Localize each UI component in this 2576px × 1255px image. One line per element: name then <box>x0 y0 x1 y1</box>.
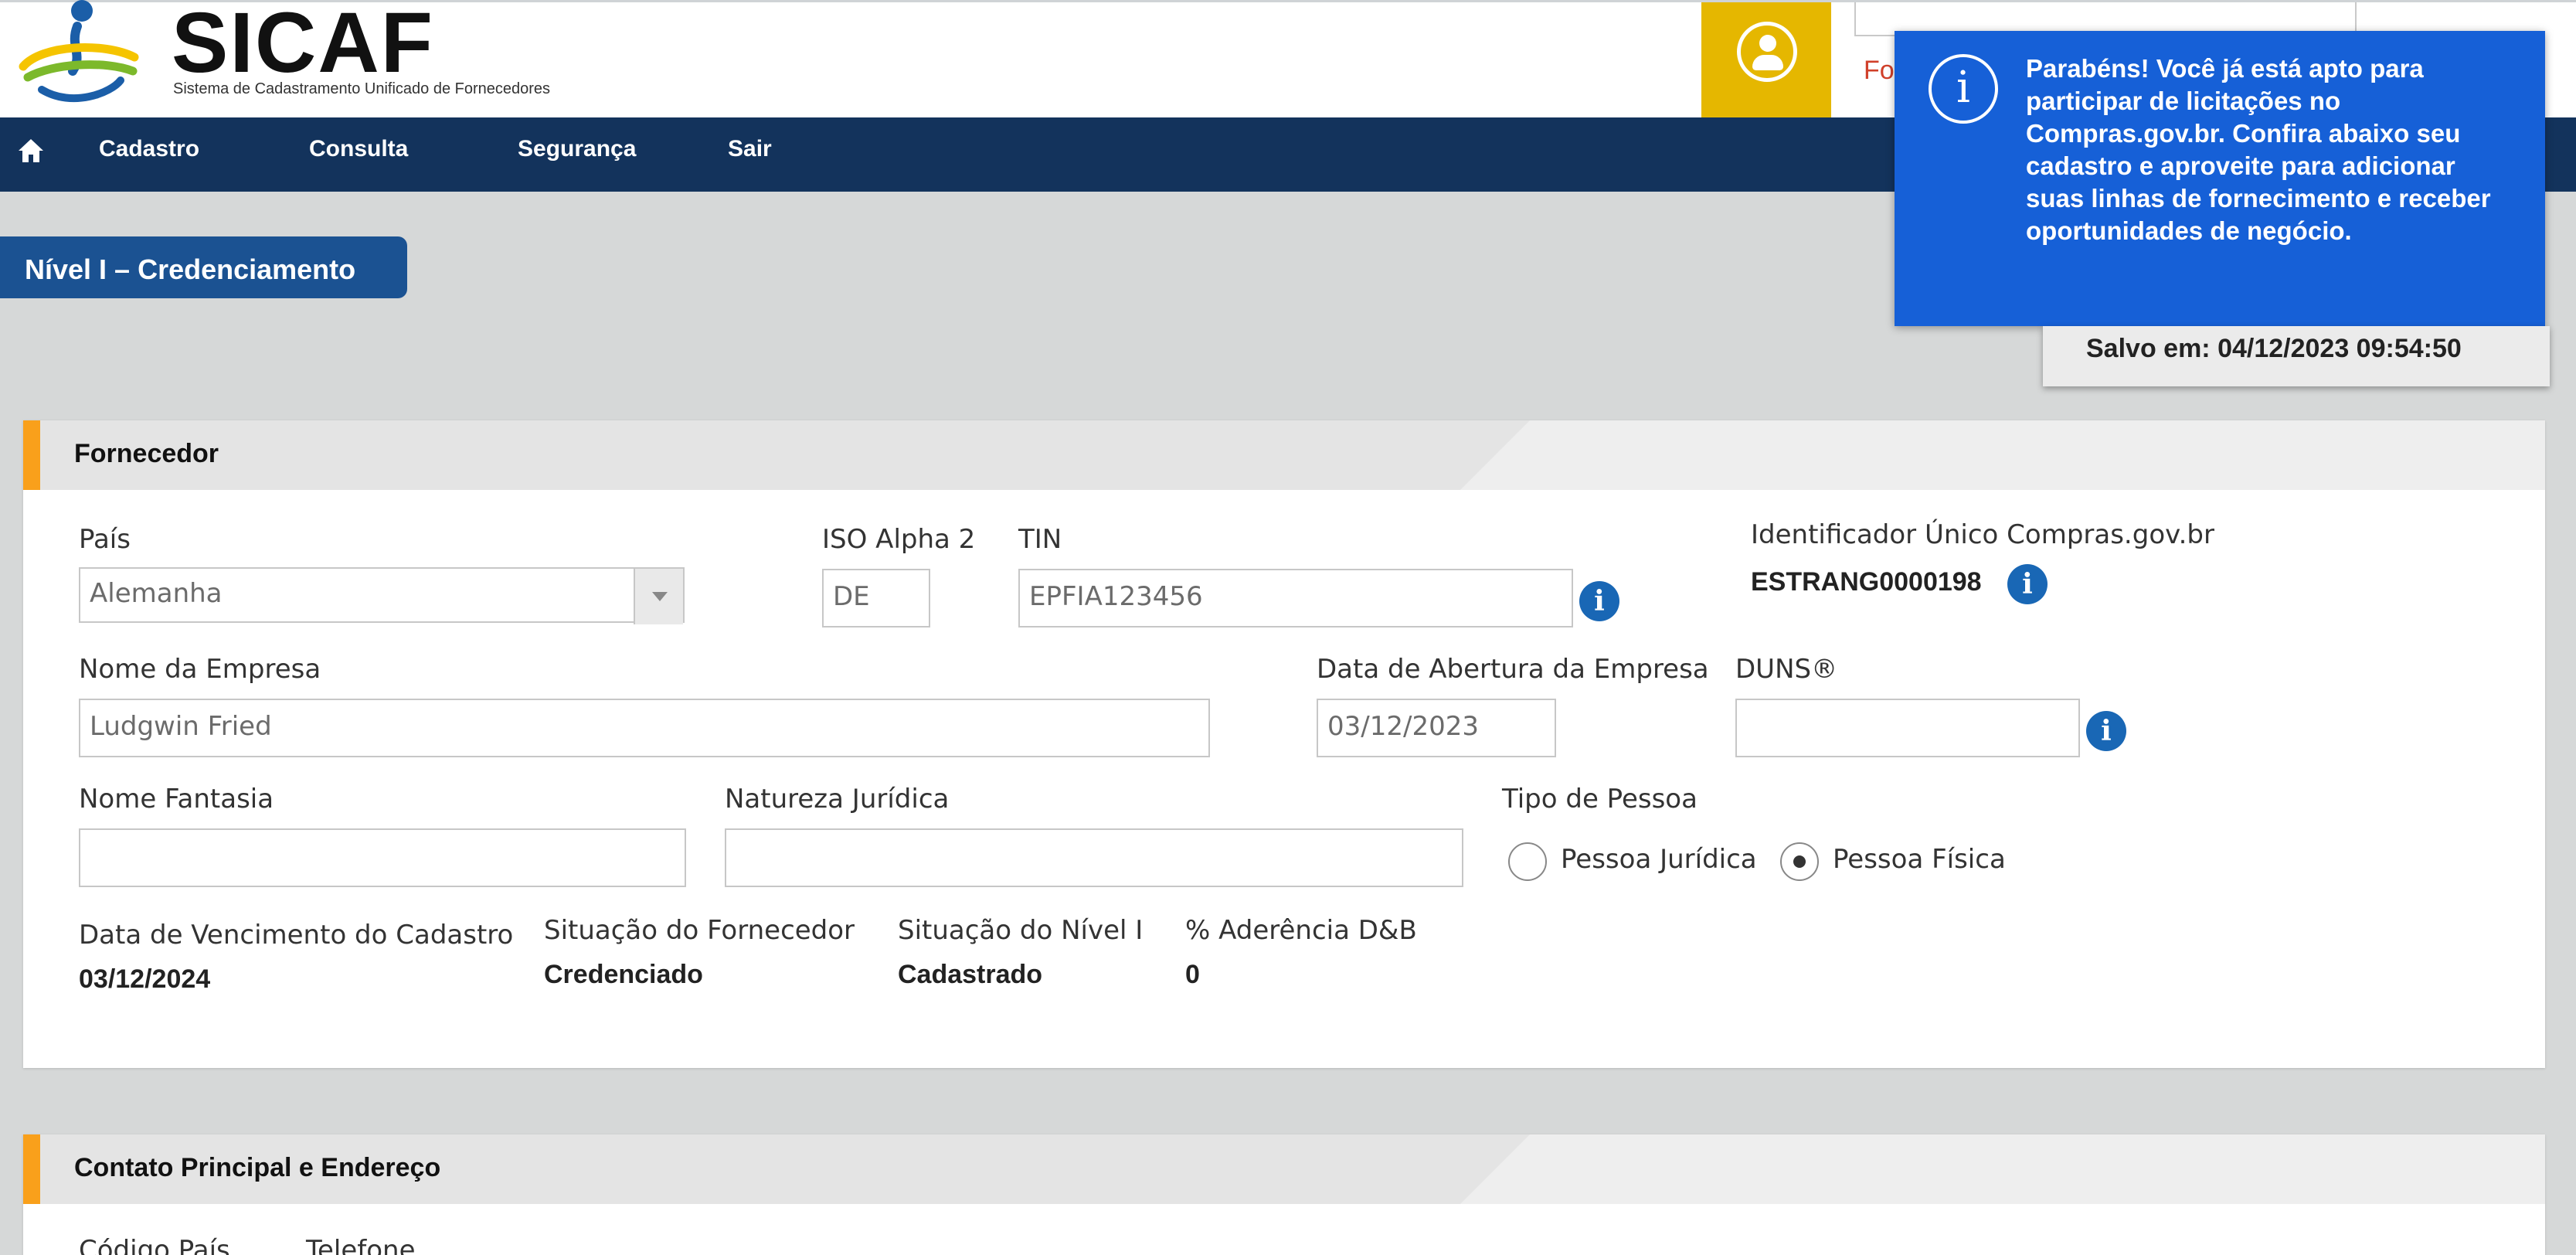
chevron-down-icon <box>634 569 683 624</box>
panel-title: Contato Principal e Endereço <box>74 1153 441 1182</box>
vencimento-label: Data de Vencimento do Cadastro <box>79 920 514 951</box>
panel-header: Contato Principal e Endereço <box>23 1134 2545 1204</box>
tipo-label: Tipo de Pessoa <box>1502 784 1698 815</box>
radio-pessoa-juridica[interactable] <box>1508 842 1547 881</box>
nav-cadastro[interactable]: Cadastro <box>99 136 199 162</box>
fantasia-label: Nome Fantasia <box>79 784 274 815</box>
nav-sair[interactable]: Sair <box>728 136 772 162</box>
app-logo-text: SICAF <box>172 0 434 90</box>
toast-info-icon: i <box>1929 54 1998 124</box>
nivel-value: Cadastrado <box>898 960 1043 989</box>
aderencia-label: % Aderência D&B <box>1185 915 1417 946</box>
panel-title: Fornecedor <box>74 439 219 468</box>
fantasia-field[interactable] <box>79 828 686 887</box>
pais-label: País <box>79 524 131 555</box>
situacao-label: Situação do Fornecedor <box>544 915 855 946</box>
empresa-field[interactable]: Ludgwin Fried <box>79 699 1210 757</box>
saved-status: Salvo em: 04/12/2023 09:54:50 <box>2043 326 2550 386</box>
fornecedor-panel: Fornecedor País Alemanha ISO Alpha 2 DE … <box>23 420 2545 1068</box>
natureza-field[interactable] <box>725 828 1463 887</box>
duns-label: DUNS® <box>1735 654 1838 685</box>
logo-icon <box>19 0 139 103</box>
panel-header: Fornecedor <box>23 420 2545 490</box>
pais-value: Alemanha <box>90 578 223 609</box>
app-subtitle: Sistema de Cadastramento Unificado de Fo… <box>173 80 551 97</box>
home-icon[interactable] <box>17 138 45 164</box>
empresa-label: Nome da Empresa <box>79 654 321 685</box>
tin-label: TIN <box>1018 524 1062 555</box>
situacao-value: Credenciado <box>544 960 703 989</box>
info-icon[interactable]: i <box>2007 564 2048 604</box>
info-icon[interactable]: i <box>1579 581 1619 621</box>
telefone-label: Telefone <box>306 1235 416 1255</box>
abertura-field[interactable]: 03/12/2023 <box>1317 699 1556 757</box>
abertura-label: Data de Abertura da Empresa <box>1317 654 1709 685</box>
natureza-label: Natureza Jurídica <box>725 784 950 815</box>
nav-seguranca[interactable]: Segurança <box>518 136 636 162</box>
info-icon[interactable]: i <box>2086 711 2126 751</box>
vencimento-value: 03/12/2024 <box>79 964 211 994</box>
identificador-label: Identificador Único Compras.gov.br <box>1751 519 2214 550</box>
toast-message: Parabéns! Você já está apto para partici… <box>2026 54 2491 245</box>
nivel-label: Situação do Nível I <box>898 915 1144 946</box>
user-icon <box>1737 22 1797 82</box>
duns-field[interactable] <box>1735 699 2080 757</box>
radio-pessoa-juridica-label[interactable]: Pessoa Jurídica <box>1561 844 1757 875</box>
radio-pessoa-fisica-label[interactable]: Pessoa Física <box>1833 844 2006 875</box>
codigo-pais-label: Código País <box>79 1235 230 1255</box>
identificador-value: ESTRANG0000198 <box>1751 567 1982 597</box>
contato-panel: Contato Principal e Endereço Código País… <box>23 1134 2545 1255</box>
nav-consulta[interactable]: Consulta <box>309 136 408 162</box>
page-title-tab: Nível I – Credenciamento <box>0 236 407 298</box>
radio-pessoa-fisica[interactable] <box>1780 842 1819 881</box>
iso-field[interactable]: DE <box>822 569 930 628</box>
pais-select[interactable]: Alemanha <box>79 567 685 624</box>
aderencia-value: 0 <box>1185 960 1200 989</box>
iso-label: ISO Alpha 2 <box>822 524 976 555</box>
tin-field[interactable]: EPFIA123456 <box>1018 569 1573 628</box>
